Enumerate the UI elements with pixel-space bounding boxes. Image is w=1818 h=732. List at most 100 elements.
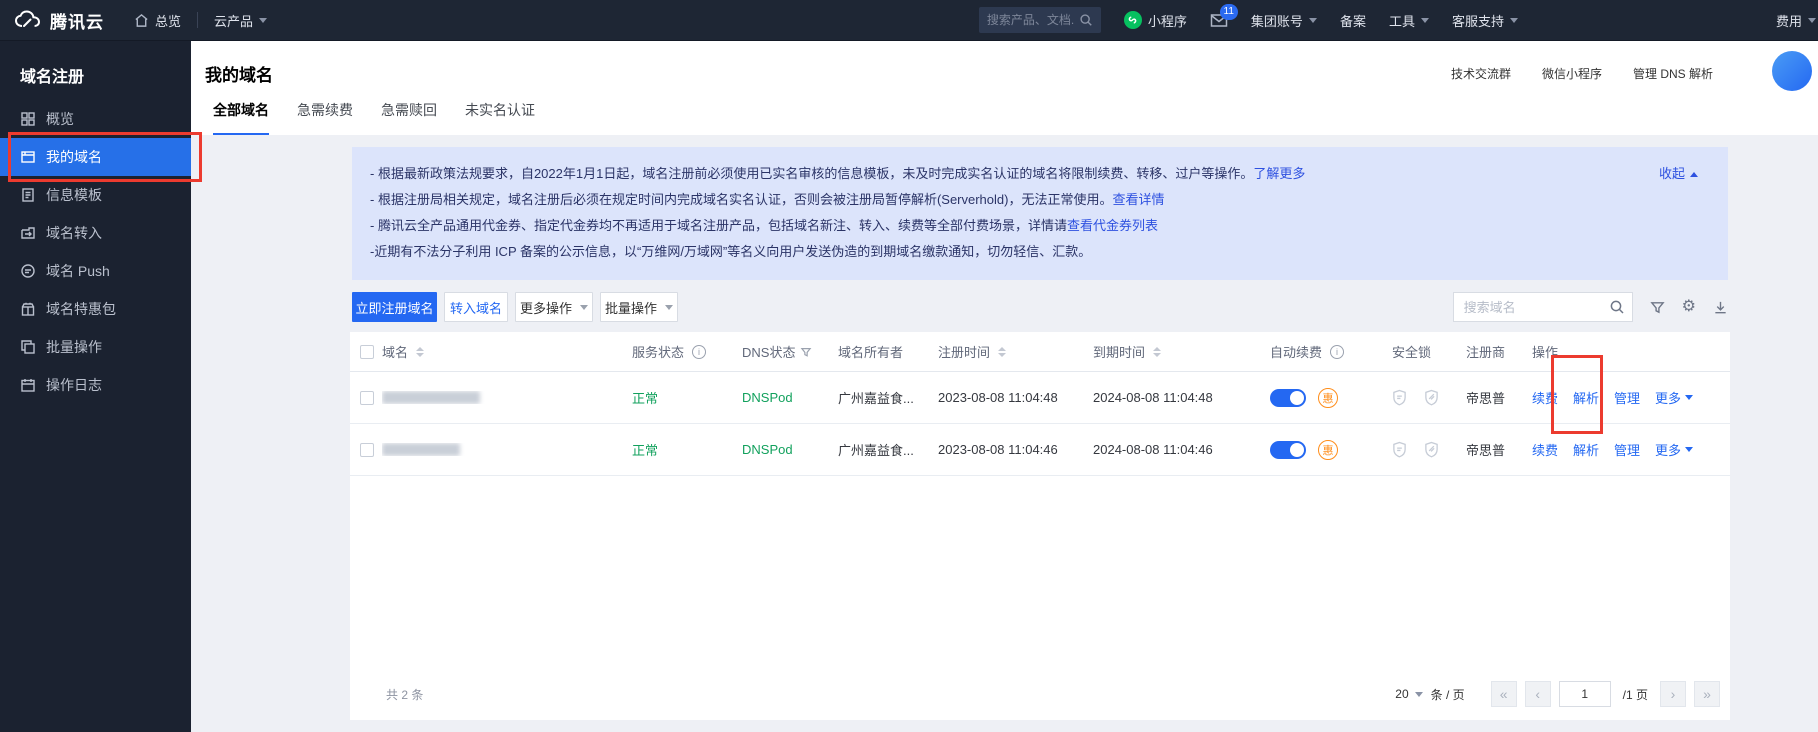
more-operations-dropdown[interactable]: 更多操作: [515, 292, 593, 322]
chevron-down-icon: [580, 305, 588, 310]
promo-badge[interactable]: 惠: [1318, 388, 1338, 408]
more-actions-dropdown[interactable]: 更多: [1655, 440, 1693, 459]
sidebar-item-transfer-in[interactable]: 域名转入: [0, 214, 191, 252]
info-icon[interactable]: i: [692, 345, 706, 359]
chevron-down-icon: [665, 305, 673, 310]
message-count-badge: 11: [1220, 4, 1238, 20]
nav-beian[interactable]: 备案: [1340, 11, 1366, 30]
calendar-icon: [20, 377, 36, 393]
manage-link[interactable]: 管理: [1614, 440, 1640, 459]
page-number-input[interactable]: [1559, 681, 1611, 707]
link-tech-group[interactable]: 技术交流群: [1451, 65, 1511, 82]
page-size-select[interactable]: 20: [1395, 687, 1422, 701]
notice-line: -近期有不法分子利用 ICP 备案的公示信息，以“万维网/万域网”等名义向用户发…: [370, 239, 1608, 265]
home-icon: [134, 13, 149, 28]
auto-renew-toggle[interactable]: [1270, 441, 1306, 459]
learn-more-link[interactable]: 了解更多: [1253, 166, 1305, 181]
tab-bar: 全部域名 急需续费 急需赎回 未实名认证: [213, 100, 535, 135]
row-checkbox[interactable]: [360, 443, 374, 457]
dns-status[interactable]: DNSPod: [742, 390, 838, 405]
transfer-in-icon: [20, 225, 36, 241]
tab-urgent-renew[interactable]: 急需续费: [297, 100, 353, 135]
nav-billing[interactable]: 费用: [1776, 11, 1816, 30]
sidebar-item-batch-ops[interactable]: 批量操作: [0, 328, 191, 366]
link-manage-dns[interactable]: 管理 DNS 解析: [1633, 65, 1713, 82]
domain-search-input[interactable]: [1453, 292, 1633, 322]
sidebar-item-overview[interactable]: 概览: [0, 100, 191, 138]
sort-icon[interactable]: [416, 347, 424, 357]
filter-icon[interactable]: [800, 346, 812, 358]
search-icon[interactable]: [1079, 13, 1093, 27]
domain-name-blurred[interactable]: [382, 391, 480, 404]
voucher-list-link[interactable]: 查看代金券列表: [1067, 218, 1158, 233]
nav-products[interactable]: 云产品: [214, 11, 267, 30]
global-search-input[interactable]: [987, 13, 1075, 27]
nav-messages[interactable]: 11: [1210, 13, 1228, 28]
sort-icon[interactable]: [998, 347, 1006, 357]
avatar[interactable]: [1772, 51, 1812, 91]
expire-time: 2024-08-08 11:04:46: [1093, 442, 1270, 457]
more-actions-dropdown[interactable]: 更多: [1655, 388, 1693, 407]
filter-icon[interactable]: [1650, 300, 1665, 315]
resolve-link[interactable]: 解析: [1573, 440, 1599, 459]
layers-icon: [20, 339, 36, 355]
tab-urgent-redeem[interactable]: 急需赎回: [381, 100, 437, 135]
sidebar-item-operation-log[interactable]: 操作日志: [0, 366, 191, 404]
last-page-button[interactable]: »: [1694, 681, 1720, 707]
global-search[interactable]: [979, 7, 1101, 33]
dns-status[interactable]: DNSPod: [742, 442, 838, 457]
update-lock-icon[interactable]: [1424, 441, 1439, 458]
nav-miniprogram[interactable]: 小程序: [1124, 11, 1187, 30]
batch-operations-dropdown[interactable]: 批量操作: [600, 292, 678, 322]
nav-group-account[interactable]: 集团账号: [1251, 11, 1317, 30]
resolve-link[interactable]: 解析: [1573, 388, 1599, 407]
renew-link[interactable]: 续费: [1532, 388, 1558, 407]
transfer-in-button[interactable]: 转入域名: [444, 292, 508, 322]
page-title: 我的域名: [205, 61, 273, 86]
tab-unverified[interactable]: 未实名认证: [465, 100, 535, 135]
brand-name: 腾讯云: [50, 8, 104, 33]
sort-icon[interactable]: [1153, 347, 1161, 357]
auto-renew-toggle[interactable]: [1270, 389, 1306, 407]
select-all-checkbox[interactable]: [360, 345, 374, 359]
registrar: 帝思普: [1466, 440, 1532, 459]
renew-link[interactable]: 续费: [1532, 440, 1558, 459]
download-icon[interactable]: [1713, 300, 1728, 315]
domain-search[interactable]: [1453, 292, 1633, 322]
tab-all-domains[interactable]: 全部域名: [213, 100, 269, 135]
nav-overview[interactable]: 总览: [134, 11, 181, 30]
registrar-lock-icon[interactable]: [1392, 389, 1407, 406]
first-page-button[interactable]: «: [1491, 681, 1517, 707]
chevron-down-icon: [1685, 395, 1693, 400]
sidebar-item-domain-push[interactable]: 域名 Push: [0, 252, 191, 290]
sidebar-item-domain-package[interactable]: 域名特惠包: [0, 290, 191, 328]
table-footer: 共 2 条 20 条 / 页 « ‹ /1 页 › »: [350, 668, 1730, 720]
search-icon[interactable]: [1609, 299, 1625, 315]
nav-support[interactable]: 客服支持: [1452, 11, 1518, 30]
info-icon[interactable]: i: [1330, 345, 1344, 359]
next-page-button[interactable]: ›: [1660, 681, 1686, 707]
nav-tools[interactable]: 工具: [1389, 11, 1429, 30]
page-header: 我的域名 技术交流群 微信小程序 管理 DNS 解析 全部域名 急需续费 急需赎…: [191, 41, 1818, 135]
chevron-down-icon: [1309, 18, 1317, 23]
collapse-notice-button[interactable]: 收起: [1659, 161, 1698, 187]
link-wechat-miniprogram[interactable]: 微信小程序: [1542, 65, 1602, 82]
gift-box-icon: [20, 301, 36, 317]
prev-page-button[interactable]: ‹: [1525, 681, 1551, 707]
registrar: 帝思普: [1466, 388, 1532, 407]
view-details-link[interactable]: 查看详情: [1112, 192, 1164, 207]
sidebar-item-info-template[interactable]: 信息模板: [0, 176, 191, 214]
domain-name-blurred[interactable]: [382, 443, 460, 456]
promo-badge[interactable]: 惠: [1318, 440, 1338, 460]
domain-owner: 广州嘉益食...: [838, 388, 938, 407]
row-checkbox[interactable]: [360, 391, 374, 405]
register-domain-button[interactable]: 立即注册域名: [352, 292, 437, 322]
registrar-lock-icon[interactable]: [1392, 441, 1407, 458]
gear-icon[interactable]: ⚙: [1682, 299, 1696, 315]
update-lock-icon[interactable]: [1424, 389, 1439, 406]
expire-time: 2024-08-08 11:04:48: [1093, 390, 1270, 405]
tencent-cloud-logo[interactable]: 腾讯云: [14, 8, 104, 33]
miniprogram-icon: [1124, 11, 1142, 29]
sidebar-item-my-domains[interactable]: 我的域名: [0, 138, 191, 176]
manage-link[interactable]: 管理: [1614, 388, 1640, 407]
